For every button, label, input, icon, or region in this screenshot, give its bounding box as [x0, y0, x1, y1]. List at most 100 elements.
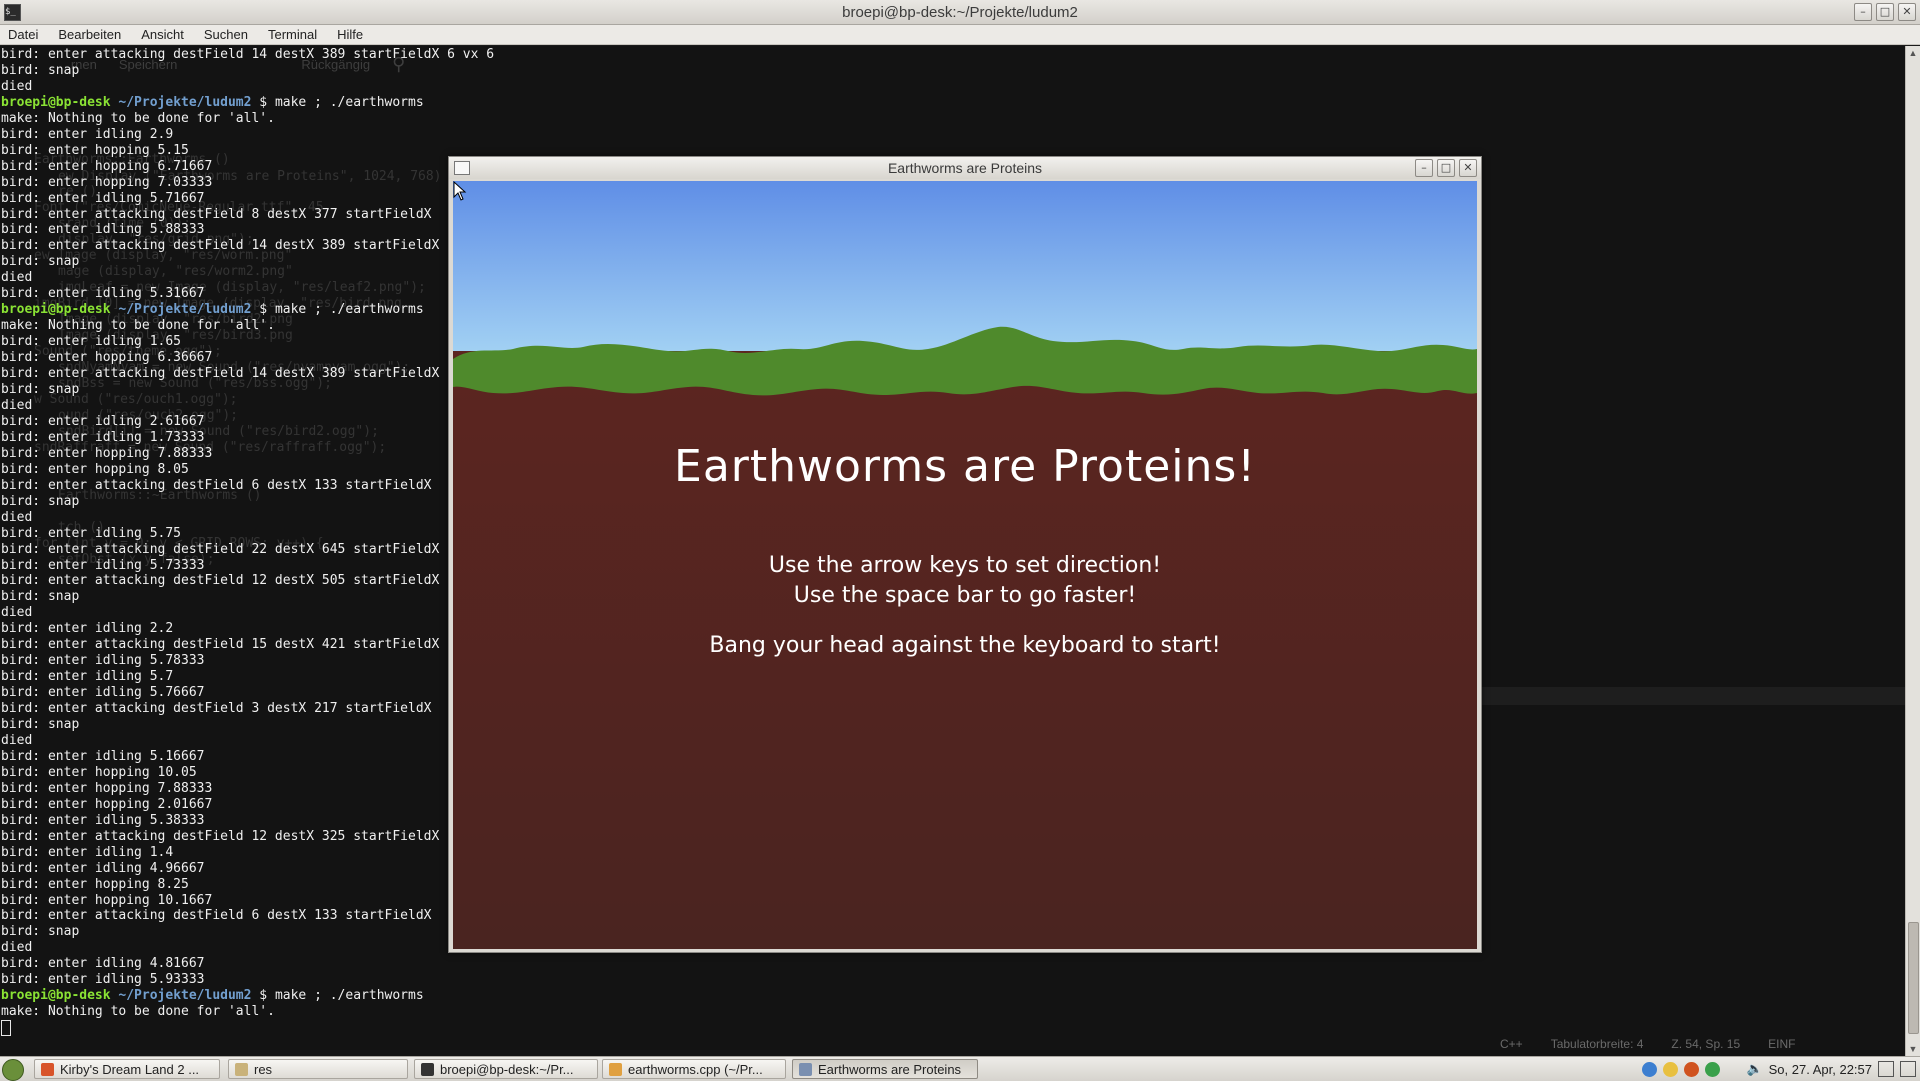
prompt-line: broepi@bp-desk ~/Projekte/ludum2 $ make … [1, 95, 494, 111]
terminal-scrollbar[interactable]: ▲ ▼ [1905, 46, 1920, 1056]
prompt-user: broepi@bp-desk [1, 94, 111, 110]
prompt-command: $ make ; ./earthworms [251, 94, 424, 110]
output-line: died [1, 732, 33, 748]
ghost-status-pos: Z. 54, Sp. 15 [1671, 1037, 1741, 1051]
folder-icon [235, 1062, 248, 1076]
shield-icon[interactable] [1705, 1061, 1721, 1077]
output-line: bird: enter idling 5.75 [1, 525, 182, 541]
output-line: died [1, 940, 33, 956]
output-line: bird: enter attacking destField 22 destX… [1, 541, 440, 557]
output-line: died [1, 605, 33, 621]
output-line: bird: enter idling 5.93333 [1, 972, 205, 988]
clock[interactable]: So, 27. Apr, 22:57 [1769, 1062, 1872, 1077]
menu-bearbeiten[interactable]: Bearbeiten [58, 27, 121, 42]
cursor-line [1, 1020, 494, 1038]
close-icon[interactable]: ✕ [1898, 3, 1916, 21]
show-desktop-icon[interactable] [1900, 1061, 1916, 1077]
game-heading: Earthworms are Proteins! [674, 441, 1256, 492]
menu-suchen[interactable]: Suchen [204, 27, 248, 42]
workspace-switcher-icon[interactable] [1878, 1061, 1894, 1077]
output-line: bird: enter idling 5.7 [1, 669, 174, 685]
menu-terminal[interactable]: Terminal [268, 27, 317, 42]
output-line: bird: snap [1, 589, 80, 605]
maximize-icon[interactable]: □ [1876, 3, 1894, 21]
text-editor-icon [609, 1062, 622, 1076]
ghost-status-tab: Tabulatorbreite: 4 [1550, 1037, 1644, 1051]
output-line: bird: enter idling 4.96667 [1, 860, 205, 876]
scrollbar-thumb[interactable] [1908, 922, 1919, 1034]
output-line: bird: snap [1, 382, 80, 398]
output-line: bird: enter attacking destField 8 destX … [1, 206, 432, 222]
menu-datei[interactable]: Datei [8, 27, 38, 42]
output-line: bird: enter hopping 7.03333 [1, 174, 213, 190]
menu-hilfe[interactable]: Hilfe [337, 27, 363, 42]
system-tray: 🔈 So, 27. Apr, 22:57 [1642, 1059, 1916, 1079]
output-line: bird: enter idling 4.81667 [1, 956, 205, 972]
scroll-down-icon[interactable]: ▼ [1906, 1042, 1920, 1056]
ghost-statusbar: C++ Tabulatorbreite: 4 Z. 54, Sp. 15 EIN… [1500, 1034, 1906, 1054]
game-titlebar[interactable]: Earthworms are Proteins – □ ✕ [449, 157, 1481, 179]
instructions-line-2: Use the space bar to go faster! [793, 583, 1137, 608]
game-minimize-icon[interactable]: – [1415, 159, 1433, 177]
ghost-status-mode: EINF [1768, 1037, 1796, 1051]
taskbar-button[interactable]: earthworms.cpp (~/Pr... [602, 1059, 786, 1079]
output-line: make: Nothing to be done for 'all'. [1, 110, 275, 126]
output-line: bird: enter hopping 8.05 [1, 461, 189, 477]
output-line: died [1, 397, 33, 413]
mouse-pointer-icon [453, 181, 467, 201]
output-line: bird: enter hopping 7.88333 [1, 780, 213, 796]
update-icon[interactable] [1684, 1061, 1700, 1077]
output-line: bird: enter hopping 2.01667 [1, 796, 213, 812]
terminal-titlebar: $_ broepi@bp-desk:~/Projekte/ludum2 – □ … [0, 0, 1920, 25]
output-line: bird: enter hopping 7.88333 [1, 445, 213, 461]
output-line: bird: enter idling 2.61667 [1, 413, 205, 429]
output-line: bird: enter hopping 6.36667 [1, 350, 213, 366]
output-line: bird: enter hopping 10.1667 [1, 892, 213, 908]
window-title: broepi@bp-desk:~/Projekte/ludum2 [842, 3, 1078, 21]
menu-ansicht[interactable]: Ansicht [141, 27, 184, 42]
ghost-status-lang: C++ [1500, 1037, 1523, 1051]
window-icon [799, 1062, 812, 1076]
game-close-icon[interactable]: ✕ [1459, 159, 1477, 177]
output-line: bird: enter hopping 6.71667 [1, 158, 213, 174]
output-line: bird: enter attacking destField 15 destX… [1, 637, 440, 653]
terminal-icon [421, 1062, 434, 1076]
output-line: bird: snap [1, 924, 80, 940]
output-line: bird: enter idling 2.9 [1, 126, 174, 142]
prompt-user: broepi@bp-desk [1, 988, 111, 1004]
output-line: bird: enter idling 5.31667 [1, 286, 205, 302]
taskbar: Kirby's Dream Land 2 ... res broepi@bp-des… [0, 1056, 1920, 1081]
taskbar-button-label: broepi@bp-desk:~/Pr... [440, 1061, 574, 1077]
output-line: make: Nothing to be done for 'all'. [1, 318, 275, 334]
output-line: bird: enter hopping 8.25 [1, 876, 189, 892]
output-line: bird: enter idling 5.88333 [1, 222, 205, 238]
volume-icon[interactable]: 🔈 [1746, 1061, 1762, 1077]
terminal-lines: bird: enter attacking destField 14 destX… [1, 47, 494, 1038]
output-line: make: Nothing to be done for 'all'. [1, 1004, 275, 1020]
taskbar-button-label: earthworms.cpp (~/Pr... [628, 1061, 763, 1077]
output-line: bird: enter idling 5.71667 [1, 190, 205, 206]
game-maximize-icon[interactable]: □ [1437, 159, 1455, 177]
output-line: bird: enter idling 5.16667 [1, 748, 205, 764]
prompt-path: ~/Projekte/ludum2 [110, 302, 252, 318]
taskbar-button[interactable]: broepi@bp-desk:~/Pr... [414, 1059, 598, 1079]
instructions-line-1: Use the arrow keys to set direction! [768, 553, 1162, 578]
output-line: bird: enter attacking destField 14 destX… [1, 238, 440, 254]
output-line: died [1, 78, 33, 94]
game-canvas[interactable]: Earthworms are Proteins! Use the arrow k… [453, 181, 1477, 949]
game-window[interactable]: Earthworms are Proteins – □ ✕ Earthworms… [448, 156, 1482, 953]
app-menu-icon[interactable] [2, 1059, 24, 1081]
taskbar-button[interactable]: Kirby's Dream Land 2 ... [34, 1059, 220, 1079]
output-line: bird: enter hopping 10.05 [1, 764, 197, 780]
output-line: died [1, 270, 33, 286]
prompt-command: $ make ; ./earthworms [251, 988, 424, 1004]
ghost-editor-highlight [1480, 687, 1906, 705]
taskbar-button-label: Kirby's Dream Land 2 ... [60, 1061, 200, 1077]
scroll-up-icon[interactable]: ▲ [1906, 46, 1920, 60]
minimize-icon[interactable]: – [1854, 3, 1872, 21]
game-window-controls: – □ ✕ [1415, 159, 1477, 177]
taskbar-button[interactable]: Earthworms are Proteins [792, 1059, 978, 1079]
network-icon[interactable] [1642, 1061, 1658, 1077]
taskbar-button[interactable]: res [228, 1059, 408, 1079]
smiley-icon[interactable] [1663, 1061, 1679, 1077]
